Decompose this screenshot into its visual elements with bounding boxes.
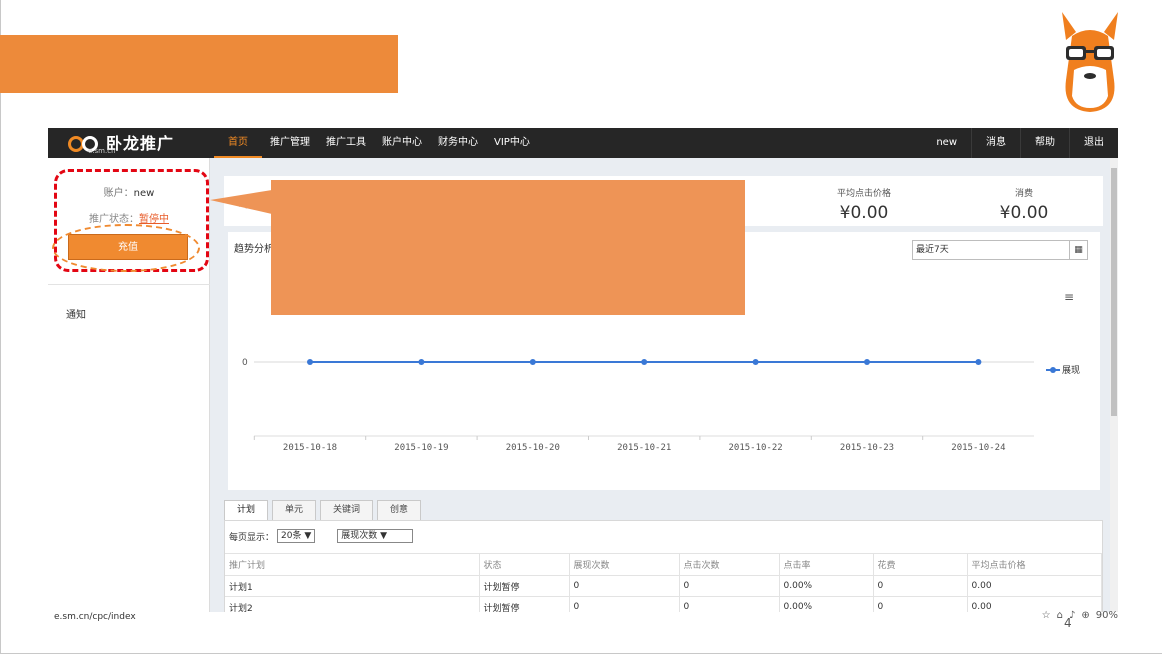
logo-text: 卧龙推广 <box>106 134 175 153</box>
logo[interactable]: 卧龙推广 <box>68 132 174 156</box>
tab-keyword[interactable]: 关键词 <box>320 500 374 520</box>
tab-creative[interactable]: 创意 <box>377 500 422 520</box>
tab-plan[interactable]: 计划 <box>224 500 269 520</box>
col-clicks[interactable]: 点击次数 <box>679 553 780 576</box>
legend-swatch-dot <box>1050 367 1056 373</box>
scrollbar-thumb[interactable] <box>1111 168 1117 416</box>
slide-title-bar <box>0 35 398 93</box>
x-tick-label: 2015-10-18 <box>283 443 337 453</box>
table-row[interactable]: 计划1 计划暂停 0 0 0.00% 0 0.00 <box>225 575 1102 597</box>
sort-select[interactable]: 展现次数 ▼ <box>337 529 414 543</box>
avg-click-price: 平均点击价格 ¥0.00 <box>814 186 914 223</box>
main-nav: 首页 推广管理 推广工具 账户中心 财务中心 VIP中心 <box>214 128 538 158</box>
x-tick-label: 2015-10-22 <box>729 443 783 453</box>
page-number: 4 <box>1064 616 1072 630</box>
top-nav-bar: 卧龙推广 e.sm.cn 首页 推广管理 推广工具 账户中心 财务中心 VIP中… <box>48 128 1118 158</box>
data-point <box>975 359 982 365</box>
nav-home[interactable]: 首页 <box>214 128 262 158</box>
data-point <box>864 359 870 365</box>
col-plan[interactable]: 推广计划 <box>225 553 480 576</box>
nav-finance-center[interactable]: 财务中心 <box>430 128 486 158</box>
col-spend[interactable]: 花费 <box>873 553 968 576</box>
logo-subtitle: e.sm.cn <box>88 147 116 155</box>
callout-pointer <box>210 190 272 214</box>
data-point <box>752 359 759 365</box>
y-tick-label: 0 <box>242 358 248 368</box>
nav-username[interactable]: new <box>922 128 971 158</box>
cell-impressions: 0 <box>569 575 680 597</box>
avg-click-price-value: ¥0.00 <box>839 203 889 223</box>
col-status[interactable]: 状态 <box>479 553 570 576</box>
cell-status: 计划暂停 <box>479 575 570 597</box>
zoom-icon[interactable]: ⊕ <box>1081 610 1095 621</box>
status-icons: ☆⌂♪⊕90% <box>1042 610 1118 621</box>
spend-value: ¥0.00 <box>999 203 1049 223</box>
nav-messages[interactable]: 消息 <box>971 128 1020 158</box>
x-tick-label: 2015-10-24 <box>951 443 1005 453</box>
nav-promotion-management[interactable]: 推广管理 <box>262 128 318 158</box>
cell-ctr: 0.00% <box>779 575 874 597</box>
data-point <box>307 359 313 365</box>
plan-table: 推广计划 状态 展现次数 点击次数 点击率 花费 平均点击价格 计划1 计划暂停… <box>225 553 1102 618</box>
x-tick-label: 2015-10-19 <box>394 443 448 453</box>
browser-status-bar: e.sm.cn/cpc/index ☆⌂♪⊕90% <box>48 610 1118 622</box>
page-size-control: 每页显示： 20条 ▼ 展现次数 ▼ <box>229 529 414 543</box>
nav-vip-center[interactable]: VIP中心 <box>486 128 538 158</box>
nav-logout[interactable]: 退出 <box>1069 128 1118 158</box>
nav-account-center[interactable]: 账户中心 <box>374 128 430 158</box>
nav-help[interactable]: 帮助 <box>1020 128 1069 158</box>
x-tick-label: 2015-10-20 <box>506 443 560 453</box>
report-tabs: 计划 单元 关键词 创意 <box>224 500 425 520</box>
report-table-panel: 每页显示： 20条 ▼ 展现次数 ▼ 推广计划 状态 展现次数 点击次数 点击率… <box>224 520 1103 622</box>
page-size-select-value: 20条 <box>281 531 302 541</box>
user-nav: new 消息 帮助 退出 <box>922 128 1118 158</box>
orange-dashed-ellipse <box>52 224 200 272</box>
status-url: e.sm.cn/cpc/index <box>54 612 136 622</box>
col-impressions[interactable]: 展现次数 <box>569 553 680 576</box>
cell-clicks: 0 <box>679 575 780 597</box>
highlight-overlay-box <box>271 180 745 315</box>
nav-promotion-tools[interactable]: 推广工具 <box>318 128 374 158</box>
sort-select-value: 展现次数 <box>341 531 378 541</box>
page-size-select[interactable]: 20条 ▼ <box>277 529 316 543</box>
col-ctr[interactable]: 点击率 <box>779 553 874 576</box>
page-size-label: 每页显示： <box>229 532 275 543</box>
legend-label: 展现 <box>1062 365 1080 376</box>
sidebar-divider <box>48 284 210 285</box>
tab-unit[interactable]: 单元 <box>272 500 317 520</box>
sidebar-notice[interactable]: 通知 <box>66 306 86 321</box>
avg-click-price-label: 平均点击价格 <box>836 189 891 199</box>
page-scrollbar[interactable] <box>1110 158 1118 622</box>
data-point <box>529 359 536 365</box>
data-point <box>418 359 425 365</box>
cell-spend: 0 <box>873 575 968 597</box>
alpaca-mascot-icon <box>1062 12 1118 112</box>
spend: 消费 ¥0.00 <box>974 186 1074 223</box>
data-point <box>641 359 648 365</box>
cell-avg-click-price: 0.00 <box>967 575 1102 597</box>
table-header-row: 推广计划 状态 展现次数 点击次数 点击率 花费 平均点击价格 <box>225 553 1102 576</box>
x-tick-label: 2015-10-23 <box>840 443 894 453</box>
x-tick-label: 2015-10-21 <box>617 443 671 453</box>
cell-plan[interactable]: 计划1 <box>225 575 480 597</box>
zoom-level[interactable]: 90% <box>1096 610 1118 621</box>
favorites-icon[interactable]: ☆ <box>1042 610 1057 621</box>
spend-label: 消费 <box>1014 189 1033 199</box>
col-avg-click-price[interactable]: 平均点击价格 <box>967 553 1102 576</box>
